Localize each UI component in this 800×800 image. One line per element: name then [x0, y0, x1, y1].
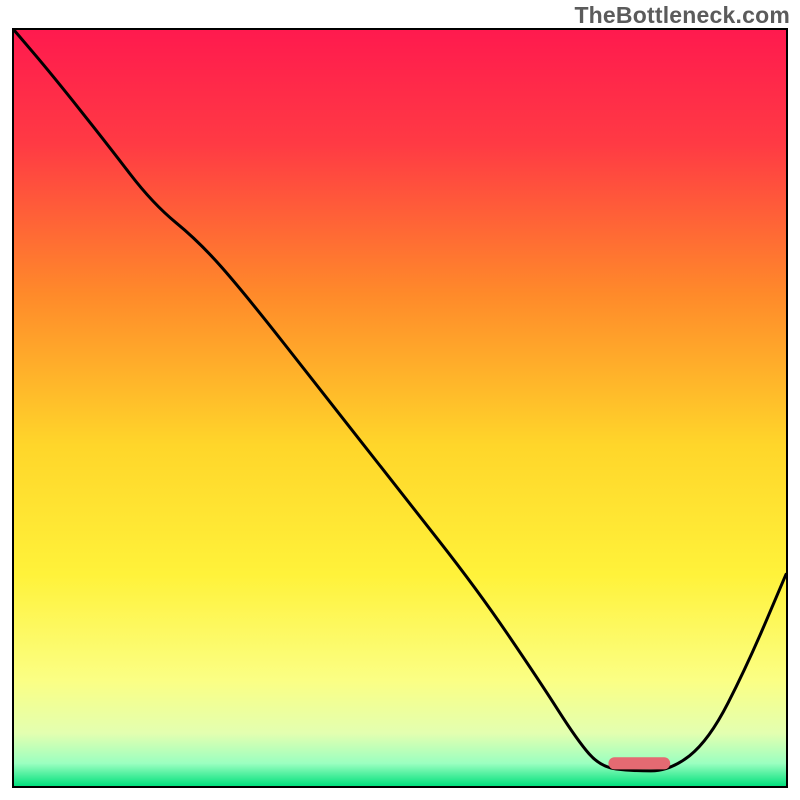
plot-area: [14, 30, 786, 786]
optimal-range-marker: [14, 30, 786, 786]
plot-border: [12, 28, 788, 788]
chart-frame: TheBottleneck.com: [0, 0, 800, 800]
attribution-label: TheBottleneck.com: [574, 2, 790, 29]
